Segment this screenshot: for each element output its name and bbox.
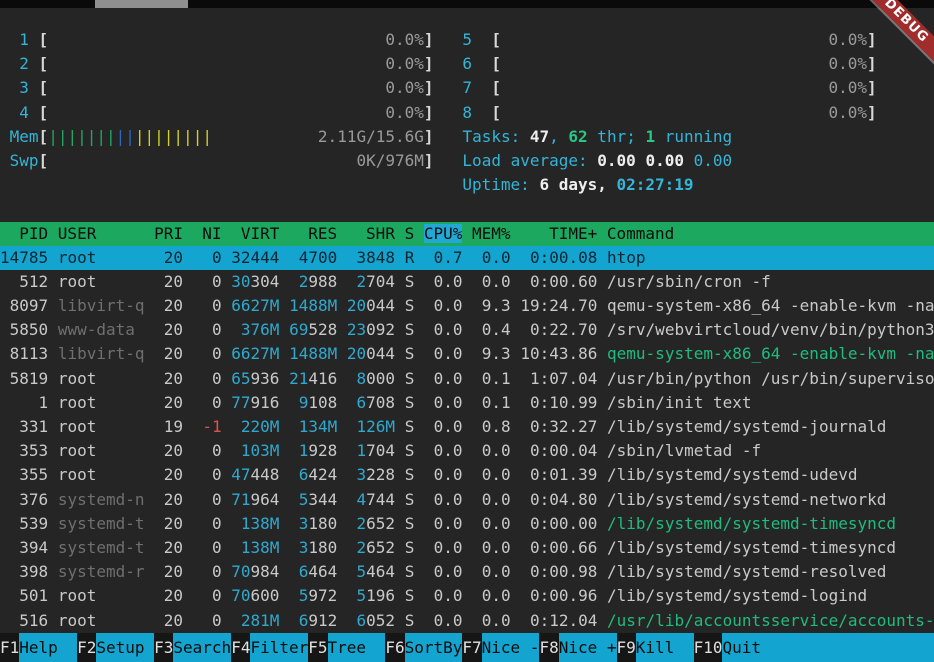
process-row[interactable]: 539 systemd-t 20 0 138M 3180 2652 S 0.0 … — [0, 512, 934, 536]
fkey-key-label: F5 — [308, 633, 327, 662]
fkey-action-label: Tree — [328, 633, 386, 662]
process-row[interactable]: 376 systemd-n 20 0 71964 5344 4744 S 0.0… — [0, 488, 934, 512]
fkey-action-label: SortBy — [405, 633, 463, 662]
cpu-meter-row-4: 4 [ 0.0%] 8 [ 0.0%] — [0, 101, 934, 125]
fkey-action-label: Help — [19, 633, 77, 662]
tab-strip-segment[interactable] — [95, 0, 188, 8]
fkey-action-label: Filter — [250, 633, 308, 662]
fkey-key-label: F9 — [617, 633, 636, 662]
fkey-key-label: F8 — [539, 633, 558, 662]
cpu-meter-row-1: 1 [ 0.0%] 5 [ 0.0%] — [0, 28, 934, 52]
window-top-strip — [0, 0, 934, 8]
fkey-key-label: F1 — [0, 633, 19, 662]
fkey-action-label: Search — [173, 633, 231, 662]
htop-content: 1 [ 0.0%] 5 [ 0.0%] 2 [ 0.0%] 6 [ 0.0%] … — [0, 28, 934, 633]
cpu-meter-row-3: 3 [ 0.0%] 7 [ 0.0%] — [0, 76, 934, 100]
fkey-action-label: Setup — [96, 633, 154, 662]
process-row[interactable]: 516 root 20 0 281M 6912 6052 S 0.0 0.0 0… — [0, 609, 934, 633]
fkey-key-label: F4 — [231, 633, 250, 662]
blank-row — [0, 197, 934, 221]
htop-terminal-screen: DEBUG 1 [ 0.0%] 5 [ 0.0%] 2 [ 0.0%] 6 [ … — [0, 0, 934, 662]
process-row[interactable]: 398 systemd-r 20 0 70984 6464 5464 S 0.0… — [0, 560, 934, 584]
process-row[interactable]: 5850 www-data 20 0 376M 69528 23092 S 0.… — [0, 318, 934, 342]
column-header-cpu[interactable]: CPU% — [424, 224, 463, 243]
fkey-action-label: Nice - — [482, 633, 540, 662]
process-row[interactable]: 331 root 19 -1 220M 134M 126M S 0.0 0.8 … — [0, 415, 934, 439]
fkey-key-label: F10 — [694, 633, 723, 662]
fkey-key-label: F7 — [462, 633, 481, 662]
cpu-meter-row-2: 2 [ 0.0%] 6 [ 0.0%] — [0, 52, 934, 76]
memory-meter-row: Mem[||||||||||||||||| 2.11G/15.6G] Tasks… — [0, 125, 934, 149]
process-row[interactable]: 501 root 20 0 70600 5972 5196 S 0.0 0.0 … — [0, 584, 934, 608]
fkey-key-label: F3 — [154, 633, 173, 662]
fkey-action-label: Quit — [722, 633, 934, 662]
table-header-row[interactable]: PID USER PRI NI VIRT RES SHR S CPU% MEM%… — [0, 222, 934, 246]
uptime-row: Uptime: 6 days, 02:27:19 — [0, 173, 934, 197]
process-row[interactable]: 5819 root 20 0 65936 21416 8000 S 0.0 0.… — [0, 367, 934, 391]
fkey-action-label: Nice + — [559, 633, 617, 662]
process-row[interactable]: 14785 root 20 0 32444 4700 3848 R 0.7 0.… — [0, 246, 934, 270]
process-row[interactable]: 353 root 20 0 103M 1928 1704 S 0.0 0.0 0… — [0, 439, 934, 463]
process-row[interactable]: 8097 libvirt-q 20 0 6627M 1488M 20044 S … — [0, 294, 934, 318]
process-row[interactable]: 394 systemd-t 20 0 138M 3180 2652 S 0.0 … — [0, 536, 934, 560]
swap-meter-row: Swp[ 0K/976M] Load average: 0.00 0.00 0.… — [0, 149, 934, 173]
fkey-action-label: Kill — [636, 633, 694, 662]
process-row[interactable]: 1 root 20 0 77916 9108 6708 S 0.0 0.1 0:… — [0, 391, 934, 415]
process-row[interactable]: 512 root 20 0 30304 2988 2704 S 0.0 0.0 … — [0, 270, 934, 294]
process-row[interactable]: 355 root 20 0 47448 6424 3228 S 0.0 0.0 … — [0, 463, 934, 487]
fkey-key-label: F2 — [77, 633, 96, 662]
function-key-bar: F1Help F2Setup F3SearchF4FilterF5Tree F6… — [0, 633, 934, 662]
process-row[interactable]: 8113 libvirt-q 20 0 6627M 1488M 20044 S … — [0, 342, 934, 366]
fkey-key-label: F6 — [385, 633, 404, 662]
